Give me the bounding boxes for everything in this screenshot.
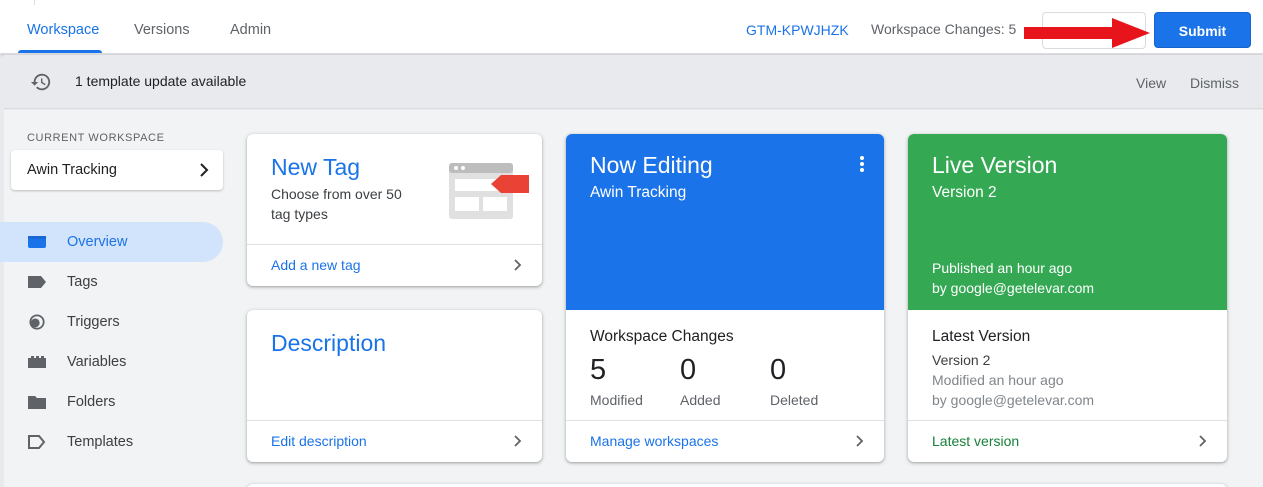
sidebar-item-label: Tags [67, 274, 98, 290]
sidebar-item-templates[interactable]: Templates [0, 422, 223, 462]
tab-versions[interactable]: Versions [134, 22, 190, 38]
deleted-count: 0 [770, 354, 787, 386]
chevron-right-icon [514, 259, 522, 271]
now-editing-card: Now Editing Awin Tracking Workspace Chan… [566, 134, 884, 462]
tag-illustration-icon [449, 163, 529, 219]
description-title: Description [271, 330, 387, 356]
sidebar-item-tags[interactable]: Tags [0, 262, 223, 302]
add-new-tag-link[interactable]: Add a new tag [247, 244, 542, 286]
description-card: Description Edit description [247, 310, 542, 462]
latest-version-label: Latest version [932, 433, 1020, 449]
dismiss-button[interactable]: Dismiss [1190, 75, 1239, 91]
now-editing-banner: Now Editing Awin Tracking [566, 134, 884, 310]
sidebar-item-triggers[interactable]: Triggers [0, 302, 223, 342]
red-arrow-icon [1024, 18, 1150, 48]
workspace-changes-title: Workspace Changes [590, 328, 734, 345]
template-icon [28, 435, 46, 449]
live-version-title: Live Version [932, 152, 1058, 178]
notice-text: 1 template update available [75, 73, 247, 89]
chevron-right-icon [1199, 435, 1207, 447]
workspace-name: Awin Tracking [27, 162, 117, 178]
container-id-link[interactable]: GTM-KPWJHZK [746, 22, 849, 38]
tag-icon [28, 276, 46, 288]
live-version-number: Version 2 [932, 184, 997, 201]
live-version-card: Live Version Version 2 Published an hour… [908, 134, 1227, 462]
live-version-banner: Live Version Version 2 Published an hour… [908, 134, 1227, 310]
latest-version-modified: Modified an hour ago [932, 372, 1064, 388]
folder-icon [28, 396, 46, 409]
sidebar-item-overview[interactable]: Overview [0, 222, 223, 262]
latest-version-title: Latest Version [932, 328, 1031, 345]
view-button[interactable]: View [1136, 75, 1166, 91]
chevron-right-icon [856, 435, 864, 447]
edit-description-label: Edit description [271, 433, 367, 449]
template-update-notice: 1 template update available View Dismiss [4, 55, 1263, 109]
sidebar-item-label: Overview [67, 234, 128, 250]
submit-button[interactable]: Submit [1154, 12, 1251, 48]
added-label: Added [680, 392, 721, 408]
active-tab-indicator [18, 50, 102, 53]
more-options-icon[interactable] [860, 156, 864, 172]
workspace-changes-count: Workspace Changes: 5 [871, 21, 1017, 37]
tab-workspace[interactable]: Workspace [27, 22, 99, 38]
tab-admin[interactable]: Admin [230, 22, 271, 38]
now-editing-title: Now Editing [590, 152, 713, 178]
deleted-label: Deleted [770, 392, 819, 408]
chevron-right-icon [514, 435, 522, 447]
added-count: 0 [680, 354, 697, 386]
current-workspace-caption: CURRENT WORKSPACE [27, 132, 165, 144]
top-nav-bar: Workspace Versions Admin GTM-KPWJHZK Wor… [0, 0, 1263, 54]
trigger-icon [29, 314, 45, 330]
workspace-selector[interactable]: Awin Tracking [11, 150, 223, 190]
sidebar-item-label: Variables [67, 354, 127, 370]
chevron-right-icon [200, 163, 209, 177]
edit-description-link[interactable]: Edit description [247, 420, 542, 462]
manage-workspaces-link[interactable]: Manage workspaces [566, 420, 884, 462]
now-editing-workspace: Awin Tracking [590, 184, 687, 201]
manage-workspaces-label: Manage workspaces [590, 433, 719, 449]
new-tag-card[interactable]: New Tag Choose from over 50 tag types Ad… [247, 134, 542, 286]
update-history-icon [30, 73, 51, 91]
sidebar-item-label: Templates [67, 434, 134, 450]
divider [34, 0, 35, 5]
sidebar-item-folders[interactable]: Folders [0, 382, 223, 422]
latest-version-author: by google@getelevar.com [932, 392, 1095, 408]
variable-icon [28, 356, 46, 368]
overview-icon [28, 236, 46, 248]
published-time: Published an hour ago [932, 260, 1073, 276]
sidebar-item-label: Triggers [67, 314, 120, 330]
new-tag-description: Choose from over 50 tag types [271, 186, 402, 222]
published-by: by google@getelevar.com [932, 280, 1095, 296]
new-tag-title: New Tag [271, 154, 361, 180]
modified-count: 5 [590, 354, 607, 386]
modified-label: Modified [590, 392, 643, 408]
latest-version-number: Version 2 [932, 352, 991, 368]
sidebar-item-variables[interactable]: Variables [0, 342, 223, 382]
latest-version-link[interactable]: Latest version [908, 420, 1227, 462]
sidebar-item-label: Folders [67, 394, 116, 410]
add-new-tag-label: Add a new tag [271, 257, 361, 273]
